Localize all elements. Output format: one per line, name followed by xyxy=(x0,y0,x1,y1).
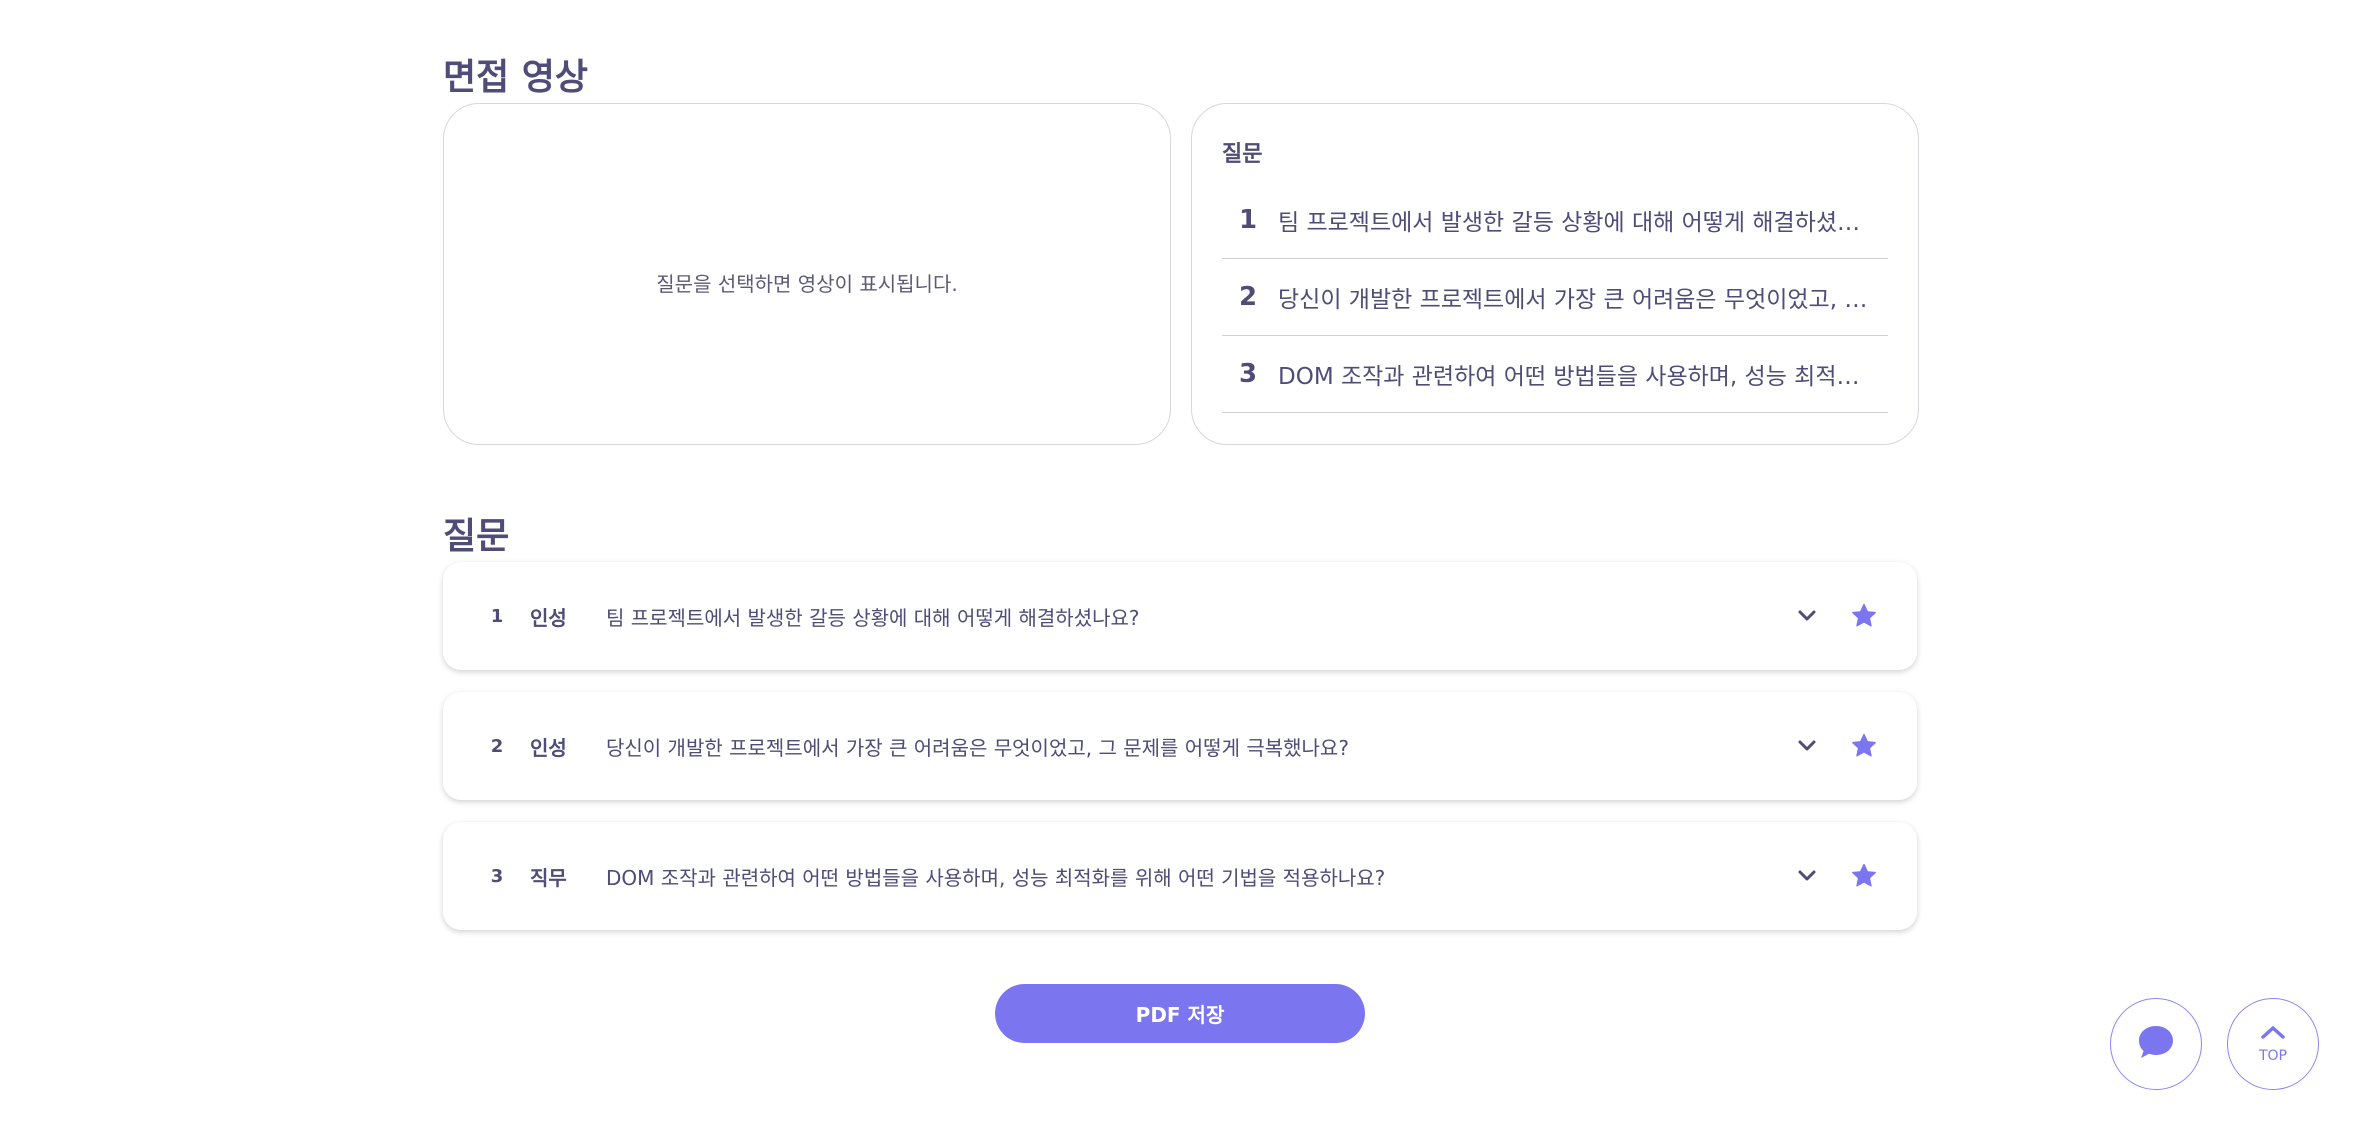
question-card[interactable]: 2 인성 당신이 개발한 프로젝트에서 가장 큰 어려움은 무엇이었고, 그 문… xyxy=(443,692,1917,800)
star-icon[interactable] xyxy=(1849,731,1879,761)
question-category: 직무 xyxy=(530,865,567,890)
question-card[interactable]: 3 직무 DOM 조작과 관련하여 어떤 방법들을 사용하며, 성능 최적화를 … xyxy=(443,822,1917,930)
question-text: DOM 조작과 관련하여 어떤 방법들을 사용하며, 성능 최적화를 위해 어떤… xyxy=(606,865,1386,890)
video-placeholder-text: 질문을 선택하면 영상이 표시됩니다. xyxy=(656,271,958,296)
chat-button[interactable] xyxy=(2110,998,2202,1090)
chevron-down-icon[interactable] xyxy=(1795,604,1819,628)
question-text: 팀 프로젝트에서 발생한 갈등 상황에 대해 어떻게 해결하셨나요? xyxy=(606,605,1140,630)
question-list-heading: 질문 xyxy=(1222,142,1263,167)
chevron-up-icon xyxy=(2260,1024,2286,1044)
question-text: 당신이 개발한 프로젝트에서 가장 큰 어려움은 무엇이었고, 그 문제를 어떻… xyxy=(606,735,1349,760)
question-category: 인성 xyxy=(530,735,567,760)
question-number: 3 xyxy=(490,865,504,887)
question-number: 1 xyxy=(490,605,504,627)
chevron-down-icon[interactable] xyxy=(1795,864,1819,888)
question-number: 2 xyxy=(490,735,504,757)
question-category: 인성 xyxy=(530,605,567,630)
question-list-text: DOM 조작과 관련하여 어떤 방법들을 사용하며, 성능 최적화를 위해 어떤… xyxy=(1278,364,1868,390)
question-list-number: 3 xyxy=(1238,359,1258,389)
questions-section-title: 질문 xyxy=(443,516,510,557)
video-player-area: 질문을 선택하면 영상이 표시됩니다. xyxy=(443,103,1171,445)
star-icon[interactable] xyxy=(1849,601,1879,631)
chevron-down-icon[interactable] xyxy=(1795,734,1819,758)
question-list-text: 팀 프로젝트에서 발생한 갈등 상황에 대해 어떻게 해결하셨나요? xyxy=(1278,210,1868,236)
question-list-panel: 질문 1 팀 프로젝트에서 발생한 갈등 상황에 대해 어떻게 해결하셨나요? … xyxy=(1191,103,1919,445)
scroll-top-label: TOP xyxy=(2258,1048,2287,1064)
question-list-number: 2 xyxy=(1238,282,1258,312)
chat-bubble-icon xyxy=(2136,1023,2176,1065)
pdf-save-button[interactable]: PDF 저장 xyxy=(995,984,1365,1043)
scroll-top-button[interactable]: TOP xyxy=(2227,998,2319,1090)
question-list-text: 당신이 개발한 프로젝트에서 가장 큰 어려움은 무엇이었고, 그 문제를 어떻… xyxy=(1278,287,1868,313)
video-section-title: 면접 영상 xyxy=(443,57,589,98)
question-list-number: 1 xyxy=(1238,205,1258,235)
question-list-item[interactable]: 1 팀 프로젝트에서 발생한 갈등 상황에 대해 어떻게 해결하셨나요? xyxy=(1222,182,1888,259)
question-list-item[interactable]: 2 당신이 개발한 프로젝트에서 가장 큰 어려움은 무엇이었고, 그 문제를 … xyxy=(1222,259,1888,336)
question-card[interactable]: 1 인성 팀 프로젝트에서 발생한 갈등 상황에 대해 어떻게 해결하셨나요? xyxy=(443,562,1917,670)
star-icon[interactable] xyxy=(1849,861,1879,891)
question-list-item[interactable]: 3 DOM 조작과 관련하여 어떤 방법들을 사용하며, 성능 최적화를 위해 … xyxy=(1222,336,1888,413)
